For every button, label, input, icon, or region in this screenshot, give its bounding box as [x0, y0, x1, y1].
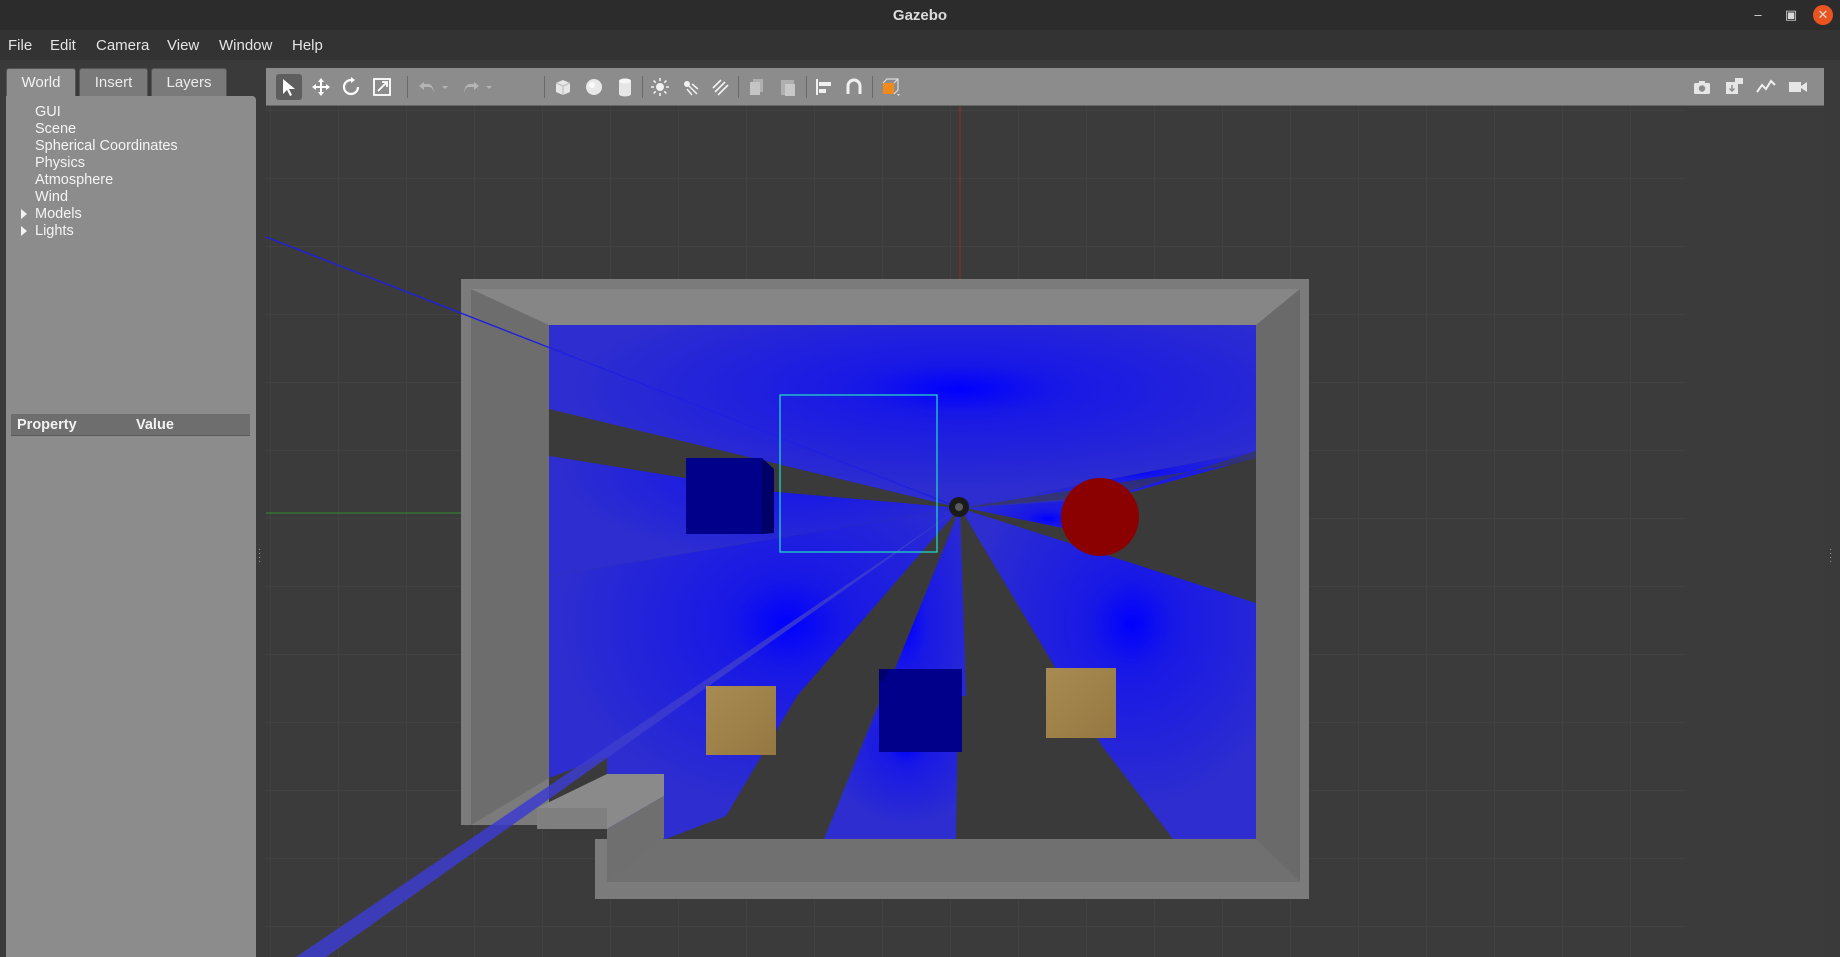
right-panel-collapse-handle[interactable]: · · · · — [1829, 545, 1832, 567]
toolbar-separator — [738, 76, 739, 98]
blue-box-left[interactable] — [686, 458, 774, 534]
menu-camera[interactable]: Camera — [96, 37, 149, 54]
robot-model[interactable] — [949, 497, 969, 517]
property-table-header: Property Value — [11, 414, 250, 436]
menu-help[interactable]: Help — [292, 37, 323, 54]
tree-item-lights[interactable]: Lights — [6, 223, 256, 240]
wall-top-inner — [471, 289, 1300, 325]
tab-world[interactable]: World — [6, 68, 76, 97]
wooden-box-left[interactable] — [706, 686, 776, 755]
property-column-header[interactable]: Property — [17, 417, 77, 433]
minimize-button[interactable]: – — [1748, 5, 1768, 25]
tree-item-label: Atmosphere — [35, 172, 114, 188]
tree-item-label: Physics — [35, 155, 85, 171]
expand-arrow-icon[interactable] — [21, 226, 27, 236]
undo-icon[interactable] — [414, 74, 440, 100]
directional-light-icon[interactable] — [707, 74, 733, 100]
maximize-button[interactable]: ▣ — [1781, 5, 1801, 25]
left-panel: World Insert Layers GUI Scene Spherical … — [6, 68, 256, 957]
tree-item-spherical-coordinates[interactable]: Spherical Coordinates — [6, 138, 256, 155]
tree-item-wind[interactable]: Wind — [6, 189, 256, 206]
toolbar — [266, 68, 1824, 106]
log-icon[interactable] — [1721, 74, 1747, 100]
toolbar-separator — [806, 76, 807, 98]
redo-history-dropdown[interactable] — [482, 74, 496, 100]
tree-item-label: Scene — [35, 121, 77, 137]
expand-arrow-icon[interactable] — [21, 209, 27, 219]
close-button[interactable]: ✕ — [1813, 5, 1833, 25]
red-ball[interactable] — [1061, 478, 1139, 556]
view-angle-icon[interactable] — [877, 74, 903, 100]
menu-view[interactable]: View — [167, 37, 199, 54]
point-light-icon[interactable] — [647, 74, 673, 100]
world-panel: GUI Scene Spherical Coordinates Physics … — [6, 96, 256, 957]
align-icon[interactable] — [811, 74, 837, 100]
cylinder-icon[interactable] — [612, 74, 638, 100]
scene-viewport[interactable] — [266, 106, 1824, 957]
tab-insert[interactable]: Insert — [79, 68, 148, 96]
redo-icon[interactable] — [458, 74, 484, 100]
screenshot-icon[interactable] — [1689, 74, 1715, 100]
menu-window[interactable]: Window — [219, 37, 272, 54]
toolbar-separator — [407, 76, 408, 98]
plot-icon[interactable] — [1753, 74, 1779, 100]
menu-file[interactable]: File — [8, 37, 32, 54]
left-panel-collapse-handle[interactable]: · · · · — [258, 545, 261, 567]
paste-icon[interactable] — [775, 74, 801, 100]
undo-history-dropdown[interactable] — [438, 74, 452, 100]
scale-icon[interactable] — [369, 74, 395, 100]
toolbar-separator — [642, 76, 643, 98]
toolbar-separator — [872, 76, 873, 98]
sphere-icon[interactable] — [581, 74, 607, 100]
tree-item-scene[interactable]: Scene — [6, 121, 256, 138]
menu-edit[interactable]: Edit — [50, 37, 76, 54]
wall-bottom-inner — [607, 839, 1300, 882]
tree-item-label: Spherical Coordinates — [35, 138, 178, 154]
laser-scan — [549, 325, 1256, 839]
value-column-header[interactable]: Value — [136, 417, 174, 433]
tree-item-label: Models — [35, 206, 82, 222]
title-bar: Gazebo – ▣ ✕ — [0, 0, 1840, 30]
blue-box-bottom[interactable] — [879, 669, 962, 752]
tree-item-physics[interactable]: Physics — [6, 155, 256, 172]
toolbar-separator — [544, 76, 545, 98]
window-title: Gazebo — [892, 7, 948, 24]
world-tree: GUI Scene Spherical Coordinates Physics … — [6, 104, 256, 240]
tree-item-gui[interactable]: GUI — [6, 104, 256, 121]
record-video-icon[interactable] — [1785, 74, 1811, 100]
snap-magnet-icon[interactable] — [841, 74, 867, 100]
tree-item-label: Lights — [35, 223, 74, 239]
rotate-icon[interactable] — [338, 74, 364, 100]
tree-item-models[interactable]: Models — [6, 206, 256, 223]
select-arrow-icon[interactable] — [276, 74, 302, 100]
tab-layers[interactable]: Layers — [151, 68, 227, 96]
wall-right-inner — [1256, 289, 1300, 882]
wooden-box-right[interactable] — [1046, 668, 1116, 738]
scene-render[interactable] — [266, 106, 1824, 957]
spot-light-icon[interactable] — [677, 74, 703, 100]
translate-icon[interactable] — [308, 74, 334, 100]
tree-item-label: GUI — [35, 104, 61, 120]
box-icon[interactable] — [550, 74, 576, 100]
copy-icon[interactable] — [744, 74, 770, 100]
tree-item-atmosphere[interactable]: Atmosphere — [6, 172, 256, 189]
tree-item-label: Wind — [35, 189, 69, 205]
wall-left-inner — [471, 289, 549, 825]
menu-bar: File Edit Camera View Window Help — [0, 30, 1840, 60]
